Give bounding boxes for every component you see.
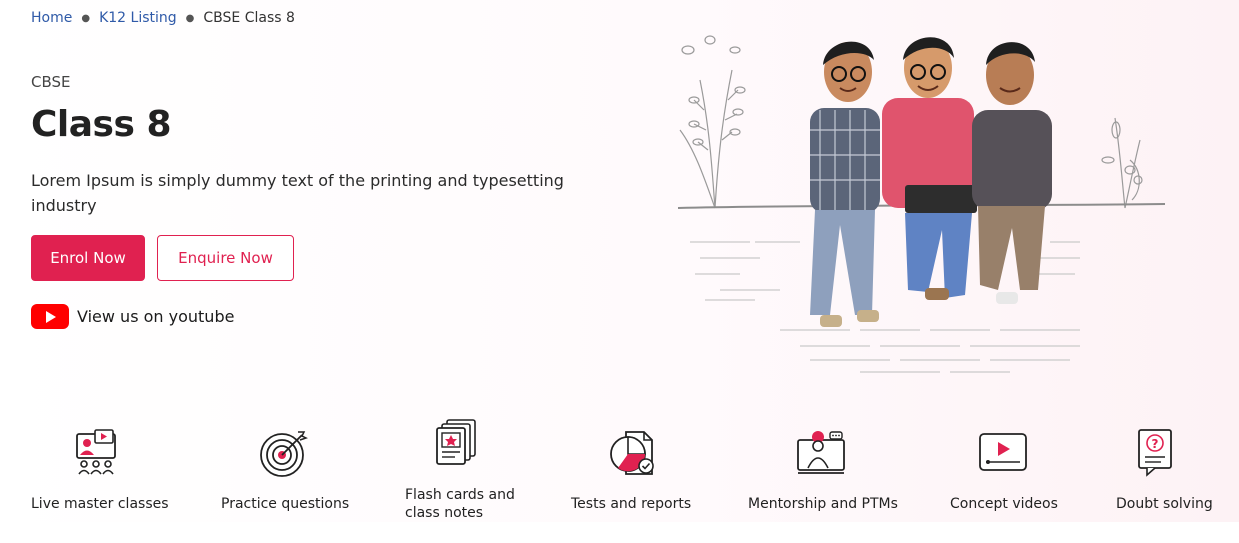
breadcrumb-current: CBSE Class 8	[203, 10, 295, 26]
report-chart-icon	[608, 428, 658, 478]
video-player-icon	[978, 428, 1028, 478]
youtube-link[interactable]: View us on youtube	[31, 304, 234, 329]
feature-practice-questions[interactable]: Practice questions	[221, 418, 361, 528]
youtube-icon	[31, 304, 69, 329]
breadcrumb-k12-link[interactable]: K12 Listing	[99, 10, 177, 26]
feature-live-master-classes[interactable]: Live master classes	[31, 418, 181, 528]
breadcrumb-separator: ●	[185, 12, 195, 24]
breadcrumb-separator: ●	[81, 12, 91, 24]
svg-text:?: ?	[1152, 437, 1159, 451]
feature-label-line2: class notes	[405, 505, 484, 521]
mentor-icon	[796, 428, 846, 478]
course-description: Lorem Ipsum is simply dummy text of the …	[31, 171, 564, 215]
feature-concept-videos[interactable]: Concept videos	[950, 418, 1080, 528]
features-row: Live master classes Practice questions F…	[0, 418, 1239, 528]
feature-label: Concept videos	[950, 496, 1058, 512]
board-label: CBSE	[31, 73, 71, 91]
feature-doubt-solving[interactable]: ? Doubt solving	[1116, 418, 1226, 528]
feature-label: Live master classes	[31, 496, 169, 512]
breadcrumb: Home ● K12 Listing ● CBSE Class 8	[31, 10, 295, 26]
feature-tests-and-reports[interactable]: Tests and reports	[571, 418, 711, 528]
feature-label: Practice questions	[221, 496, 350, 512]
feature-mentorship[interactable]: Mentorship and PTMs	[748, 418, 908, 528]
students-sitting-on-wall-illustration	[660, 30, 1180, 380]
feature-label: Mentorship and PTMs	[748, 496, 898, 512]
page-title: Class 8	[31, 104, 172, 145]
feature-label: Tests and reports	[571, 496, 692, 512]
live-class-icon	[71, 428, 121, 478]
target-icon	[258, 428, 308, 478]
feature-flash-cards[interactable]: Flash cards and class notes	[405, 418, 545, 528]
enrol-now-button[interactable]: Enrol Now	[31, 235, 145, 281]
breadcrumb-home-link[interactable]: Home	[31, 10, 72, 26]
question-doc-icon: ?	[1133, 428, 1183, 478]
youtube-link-label: View us on youtube	[77, 307, 235, 326]
bottom-strip	[0, 522, 1239, 543]
feature-label: Doubt solving	[1116, 496, 1213, 512]
flash-cards-icon	[433, 418, 483, 468]
feature-label-line1: Flash cards and	[405, 487, 515, 503]
enquire-now-button[interactable]: Enquire Now	[157, 235, 294, 281]
